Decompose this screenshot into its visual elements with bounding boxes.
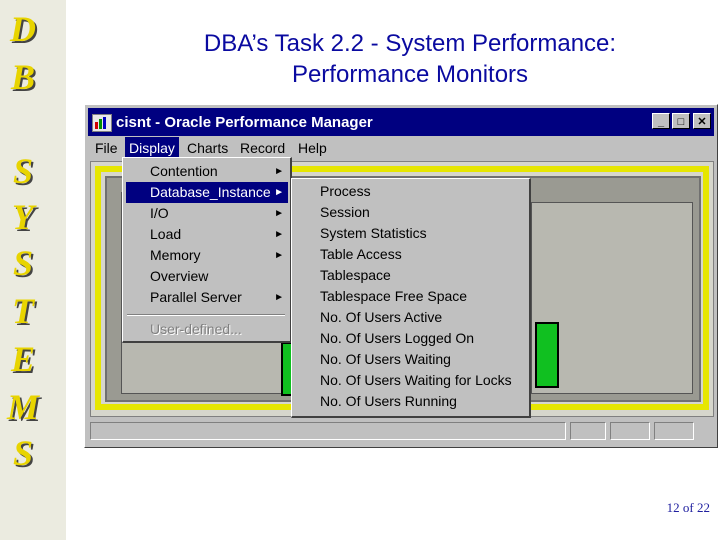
submenu-item-users-waiting[interactable]: No. Of Users Waiting	[295, 349, 527, 370]
submenu-arrow-icon: ►	[274, 250, 284, 261]
menu-item-parallel-server[interactable]: Parallel Server ►	[126, 287, 288, 308]
menubar: File Display Charts Record Help	[88, 137, 714, 159]
side-band: D B S Y S T E M S	[0, 0, 66, 540]
submenu-item-session[interactable]: Session	[295, 202, 527, 223]
workspace-frame	[703, 166, 709, 410]
menu-charts[interactable]: Charts	[183, 137, 232, 159]
menu-item-load[interactable]: Load ►	[126, 224, 288, 245]
close-button[interactable]: ✕	[693, 113, 711, 129]
submenu-item-table-access[interactable]: Table Access	[295, 244, 527, 265]
submenu-item-tablespace[interactable]: Tablespace	[295, 265, 527, 286]
menu-separator	[127, 314, 285, 316]
side-letter: S	[12, 433, 34, 473]
menu-item-label: Load	[150, 226, 182, 242]
side-letter: S	[12, 243, 34, 283]
submenu-item-users-running[interactable]: No. Of Users Running	[295, 391, 527, 412]
page-number: 12 of 22	[666, 500, 710, 515]
menu-item-label: I/O	[150, 205, 169, 221]
submenu-arrow-icon: ►	[274, 229, 284, 240]
green-gauge	[535, 322, 559, 388]
database-instance-submenu: Process Session System Statistics Table …	[291, 178, 531, 418]
window-titlebar[interactable]: cisnt - Oracle Performance Manager _ □ ✕	[88, 108, 714, 136]
status-cell	[570, 422, 606, 440]
side-letter: E	[10, 339, 35, 379]
side-letter: Y	[12, 197, 34, 237]
side-letter: T	[12, 291, 34, 331]
workspace-frame	[95, 166, 101, 410]
menu-item-memory[interactable]: Memory ►	[126, 245, 288, 266]
submenu-item-system-statistics[interactable]: System Statistics	[295, 223, 527, 244]
menu-help[interactable]: Help	[294, 137, 331, 159]
statusbar	[90, 419, 714, 443]
submenu-arrow-icon: ►	[274, 166, 284, 177]
status-cell	[654, 422, 694, 440]
side-letter: S	[12, 151, 34, 191]
slide-title-line1: DBA’s Task 2.2 - System Performance:	[203, 30, 617, 57]
minimize-button[interactable]: _	[652, 113, 670, 129]
slide-title: DBA’s Task 2.2 - System Performance: Per…	[140, 28, 680, 90]
side-letter: D	[10, 9, 36, 49]
submenu-arrow-icon: ►	[274, 187, 284, 198]
menu-display[interactable]: Display	[125, 137, 179, 159]
chart-app-icon	[92, 114, 112, 132]
slide-title-line2: Performance Monitors	[291, 61, 529, 88]
submenu-item-users-logged-on[interactable]: No. Of Users Logged On	[295, 328, 527, 349]
menu-item-overview[interactable]: Overview	[126, 266, 288, 287]
submenu-arrow-icon: ►	[274, 292, 284, 303]
status-cell	[90, 422, 566, 440]
side-letter: B	[10, 57, 35, 97]
display-menu: Contention ► Database_Instance ► I/O ► L…	[122, 157, 292, 343]
submenu-item-process[interactable]: Process	[295, 181, 527, 202]
menu-item-label: Memory	[150, 247, 201, 263]
maximize-button[interactable]: □	[672, 113, 690, 129]
submenu-item-users-active[interactable]: No. Of Users Active	[295, 307, 527, 328]
menu-item-user-defined: User-defined...	[150, 321, 242, 337]
submenu-item-users-waiting-for-locks[interactable]: No. Of Users Waiting for Locks	[295, 370, 527, 391]
menu-item-label: Database_Instance	[150, 184, 271, 200]
window-title: cisnt - Oracle Performance Manager	[116, 114, 373, 131]
submenu-item-tablespace-free-space[interactable]: Tablespace Free Space	[295, 286, 527, 307]
menu-item-database-instance[interactable]: Database_Instance ►	[126, 182, 288, 203]
status-cell	[610, 422, 650, 440]
side-letter: M	[6, 387, 39, 427]
menu-item-io[interactable]: I/O ►	[126, 203, 288, 224]
menu-item-contention[interactable]: Contention ►	[126, 161, 288, 182]
menu-file[interactable]: File	[91, 137, 122, 159]
menu-record[interactable]: Record	[236, 137, 289, 159]
menu-item-label: Overview	[150, 268, 209, 284]
menu-item-label: Parallel Server	[150, 289, 242, 305]
menu-item-label: Contention	[150, 163, 218, 179]
submenu-arrow-icon: ►	[274, 208, 284, 219]
